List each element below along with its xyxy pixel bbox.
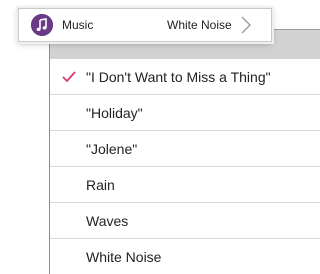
music-label: Music [62,18,94,32]
screen: Music White Noise "I Don't Want to Miss … [0,0,320,274]
option-label: Rain [86,177,115,193]
music-note-icon [31,14,53,36]
option-label: White Noise [86,249,162,265]
checkmark-icon [62,70,76,83]
option-label: "Holiday" [86,105,143,121]
music-selection-panel: "I Don't Want to Miss a Thing" "Holiday"… [49,29,320,274]
music-options-list: "I Don't Want to Miss a Thing" "Holiday"… [50,59,320,274]
option-label: "Jolene" [86,141,138,157]
chevron-right-icon [240,16,252,34]
list-item-option-6[interactable]: White Noise [50,239,320,274]
list-item-option-2[interactable]: "Holiday" [50,95,320,131]
option-label: Waves [86,213,129,229]
list-item-option-3[interactable]: "Jolene" [50,131,320,167]
list-item-option-1[interactable]: "I Don't Want to Miss a Thing" [50,59,320,95]
option-label: "I Don't Want to Miss a Thing" [86,69,271,85]
list-item-option-5[interactable]: Waves [50,203,320,239]
music-preference-row[interactable]: Music White Noise [18,8,272,42]
list-item-option-4[interactable]: Rain [50,167,320,203]
music-current-value: White Noise [167,18,232,32]
